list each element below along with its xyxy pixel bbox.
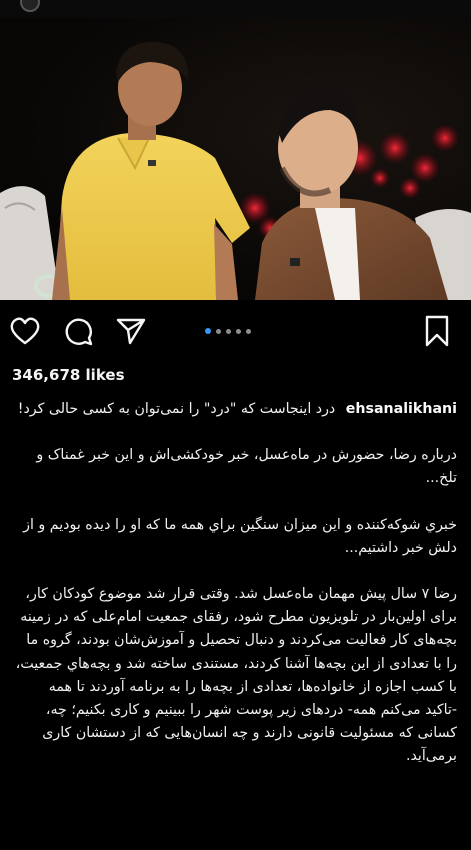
comment-icon [65,318,93,346]
heart-icon [10,317,40,345]
caption-first-paragraph: ehsanalikhani درد اینجاست که "درد" را نم… [13,398,457,421]
save-button[interactable] [420,314,454,348]
carousel-indicator [205,327,251,335]
like-button[interactable] [8,314,42,348]
caption-first-line: درد اینجاست که "درد" را نمی‌توان به کسی … [17,401,336,417]
bookmark-icon [425,315,449,347]
post-action-bar [0,300,471,362]
send-icon [116,318,146,345]
avatar[interactable] [20,0,40,12]
post-photo-illustration [0,41,471,300]
caption-username[interactable]: ehsanalikhani [346,401,457,417]
carousel-dot [246,328,251,334]
post-caption: ehsanalikhani درد اینجاست که "درد" را نم… [13,398,457,792]
boy-figure [52,41,250,300]
carousel-dot [226,328,231,334]
likes-count[interactable]: 346,678 likes [12,366,125,384]
share-button[interactable] [114,314,148,348]
caption-paragraph: رضا ۷ سال پیش مهمان ماه‌عسل شد. وقتی قرا… [15,586,457,765]
carousel-dot [205,328,211,334]
caption-paragraph: درباره رضا، حضورش در ماه‌عسل، خبر خودکشی… [36,447,457,487]
comment-button[interactable] [61,314,95,348]
post-image[interactable] [0,18,471,300]
caption-paragraph: خبري شوكه‌كننده و اين ميزان سنگين براي ه… [23,516,457,556]
previous-post-edge [0,0,471,18]
carousel-dot [216,328,221,334]
carousel-dot [236,328,241,334]
